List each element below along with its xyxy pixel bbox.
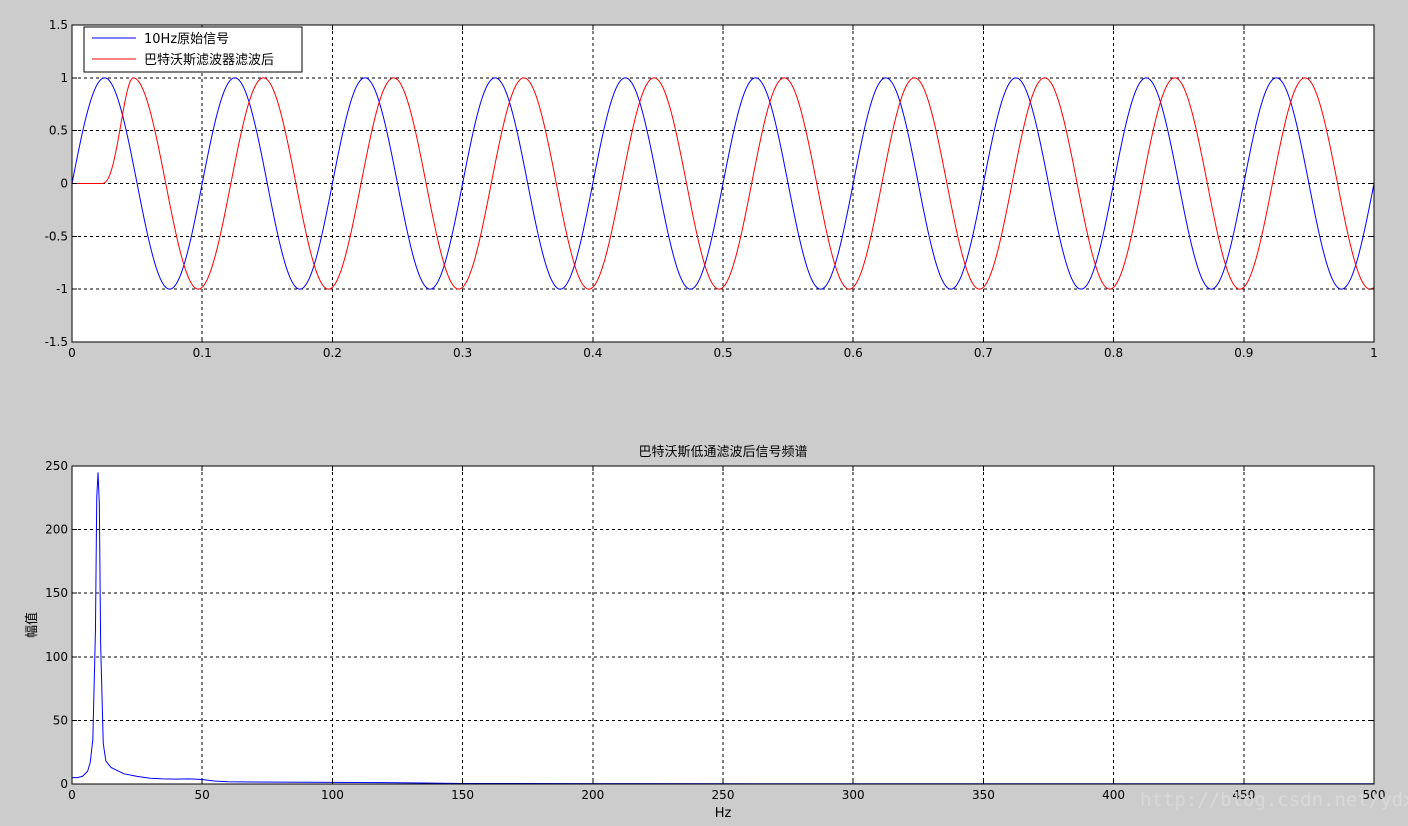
x-tick-label: 0.8 <box>1104 346 1123 360</box>
y-tick-label: -1 <box>56 282 68 296</box>
x-tick-label: 0.9 <box>1234 346 1253 360</box>
watermark-text: http://blog.csdn.net/ydx <box>1140 789 1408 811</box>
x-tick-label: 1 <box>1370 346 1378 360</box>
y-tick-label: 1 <box>60 71 68 85</box>
chart-title: 巴特沃斯低通滤波后信号频谱 <box>638 445 807 460</box>
x-tick-label: 150 <box>451 788 474 802</box>
legend: 10Hz原始信号巴特沃斯滤波器滤波后 <box>83 26 303 73</box>
y-tick-label: 100 <box>45 650 68 664</box>
x-tick-label: 0.3 <box>453 346 472 360</box>
chart-2: 0 50 100 150 200 250 300 350 400 450 5000501001502… <box>24 445 1385 821</box>
x-axis-label: Hz <box>715 806 732 821</box>
y-tick-label: 50 <box>53 713 68 727</box>
x-tick-label: 0.6 <box>844 346 863 360</box>
legend-label: 10Hz原始信号 <box>144 32 229 47</box>
x-tick-label: 300 <box>842 788 865 802</box>
x-tick-label: 0 <box>68 788 76 802</box>
x-tick-label: 0.1 <box>193 346 212 360</box>
y-axis-label: 幅值 <box>24 612 40 638</box>
x-tick-label: 250 <box>712 788 735 802</box>
y-tick-label: 1.5 <box>49 18 68 32</box>
x-tick-label: 400 <box>1102 788 1125 802</box>
legend-label: 巴特沃斯滤波器滤波后 <box>144 53 274 68</box>
y-tick-label: -0.5 <box>45 229 68 243</box>
figure-canvas: 0 0.1 0.2 0.3 0.4 0.5 0.6 0.7 0.8 0.9 1 -1.5 -1 -0.5 0… <box>24 18 1408 821</box>
x-tick-label: 100 <box>321 788 344 802</box>
x-tick-label: 200 <box>581 788 604 802</box>
x-tick-label: 0.2 <box>323 346 342 360</box>
x-tick-label: 0.4 <box>583 346 602 360</box>
y-tick-label: 250 <box>45 459 68 473</box>
y-tick-label: 0.5 <box>49 124 68 138</box>
y-tick-label: -1.5 <box>45 335 68 349</box>
y-tick-label: 0 <box>60 177 68 191</box>
y-tick-label: 150 <box>45 586 68 600</box>
y-tick-label: 0 <box>60 777 68 791</box>
x-tick-label: 0.5 <box>713 346 732 360</box>
figure: 0 0.1 0.2 0.3 0.4 0.5 0.6 0.7 0.8 0.9 1 -1.5 -1 -0.5 0… <box>0 0 1408 821</box>
x-tick-label: 0 <box>68 346 76 360</box>
chart-1: 0 0.1 0.2 0.3 0.4 0.5 0.6 0.7 0.8 0.9 1 -1.5 -1 -0.5 0… <box>45 18 1378 360</box>
x-tick-label: 0.7 <box>974 346 993 360</box>
y-tick-label: 200 <box>45 523 68 537</box>
x-tick-label: 50 <box>195 788 210 802</box>
x-tick-label: 350 <box>972 788 995 802</box>
